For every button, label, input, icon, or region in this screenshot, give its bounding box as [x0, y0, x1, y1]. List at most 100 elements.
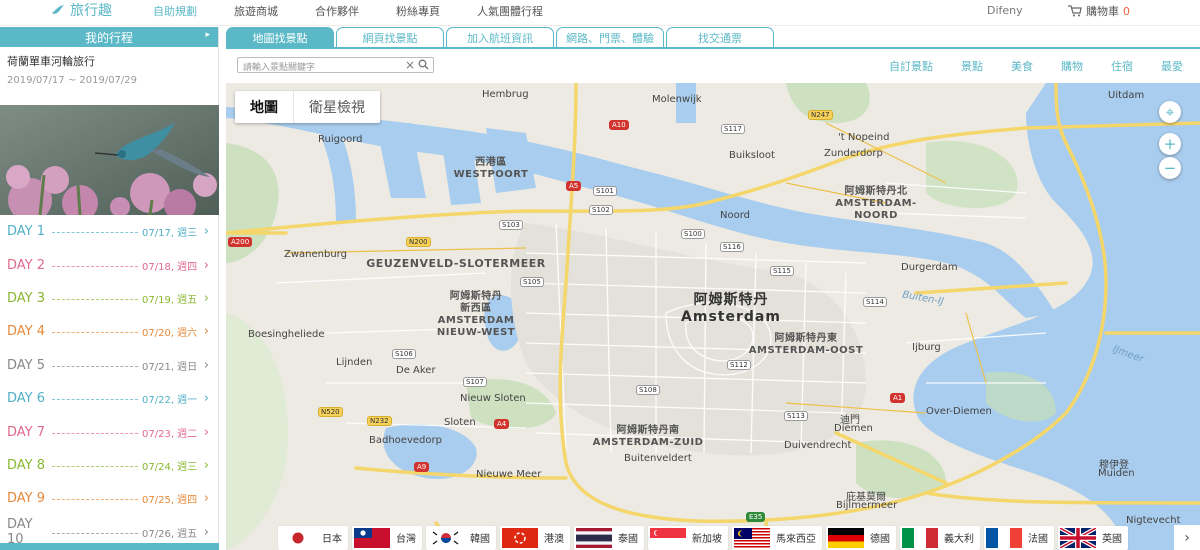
road-shield: S106 [392, 349, 416, 359]
day-date: 07/19, 週五 [142, 294, 198, 306]
day-label: DAY 3 [7, 290, 46, 306]
trip-name[interactable]: 荷蘭單車河輪旅行 [0, 47, 218, 69]
day-divider [52, 465, 138, 467]
top-bar: 旅行趣 自助規劃 旅遊商城 合作夥伴 粉絲專頁 人氣團體行程 Difeny 購物… [0, 0, 1200, 26]
day-date: 07/24, 週三 [142, 461, 198, 473]
road-shield: S103 [499, 220, 523, 230]
day-label: DAY 9 [7, 491, 46, 507]
country-flag-button[interactable]: 台灣 [352, 525, 422, 550]
district-label: 阿姆斯特丹北 AMSTERDAM-NOORD [816, 186, 936, 222]
tab-map-search[interactable]: 地圖找景點 [226, 27, 334, 47]
search-icon[interactable] [418, 59, 429, 70]
country-name: 韓國 [470, 534, 490, 545]
place-label: Uitdam [1108, 90, 1145, 101]
category-filters: 自訂景點 景點 美食 購物 住宿 最愛 [861, 58, 1183, 74]
day-label: DAY 5 [7, 357, 46, 373]
category-attractions[interactable]: 景點 [961, 58, 983, 74]
sidebar-title: 我的行程 [84, 30, 133, 45]
day-divider [52, 332, 138, 334]
uk-flag-icon [1060, 527, 1096, 548]
place-label: Boesingheliede [248, 329, 325, 340]
cart-icon [1068, 5, 1082, 17]
place-label: Over-Diemen [926, 406, 992, 417]
road-shield: N520 [318, 407, 343, 417]
nav-group-tours[interactable]: 人氣團體行程 [477, 3, 543, 19]
tab-transport-tickets[interactable]: 找交通票 [666, 27, 774, 47]
nav-self-planning[interactable]: 自助規劃 [153, 3, 197, 19]
tab-add-flight[interactable]: 加入航班資訊 [446, 27, 554, 47]
user-name[interactable]: Difeny [987, 4, 1023, 17]
cart-count: 0 [1123, 4, 1130, 18]
day-item[interactable]: DAY 3 07/19, 週五 › [0, 282, 219, 315]
sidebar-footer-button[interactable] [0, 543, 219, 550]
zoom-in-button[interactable]: + [1159, 133, 1181, 155]
tab-network-tickets[interactable]: 網路、門票、體驗 [556, 27, 664, 47]
day-item[interactable]: DAY 1 07/17, 週三 › [0, 215, 219, 248]
country-flag-button[interactable]: 英國 [1058, 525, 1128, 550]
day-item[interactable]: DAY 4 07/20, 週六 › [0, 315, 219, 348]
country-name: 港澳 [544, 534, 564, 545]
nav-partners[interactable]: 合作夥伴 [315, 3, 359, 19]
road-shield: S105 [520, 277, 544, 287]
map-canvas[interactable]: 地圖 衛星檢視 ⌖ + − 阿姆斯特丹 Amsterdam 阿姆斯特丹北 AMS… [226, 83, 1200, 550]
road-shield: S107 [463, 377, 487, 387]
map-type-satellite[interactable]: 衛星檢視 [294, 91, 380, 123]
day-item[interactable]: DAY 7 07/23, 週二 › [0, 415, 219, 448]
district-zh: 阿姆斯特丹 新西區 [449, 291, 503, 314]
category-custom-spots[interactable]: 自訂景點 [889, 58, 933, 74]
country-flag-button[interactable]: 馬來西亞 [732, 525, 822, 550]
day-item[interactable]: DAY 6 07/22, 週一 › [0, 382, 219, 415]
road-shield: N232 [367, 416, 392, 426]
day-item[interactable]: DAY 9 07/25, 週四 › [0, 482, 219, 515]
country-flag-button[interactable]: 港澳 [500, 525, 570, 550]
country-flag-button[interactable]: 德國 [826, 525, 896, 550]
district-label: 阿姆斯特丹 新西區 AMSTERDAM NIEUW-WEST [426, 291, 526, 339]
cart-button[interactable]: 購物車 0 [1068, 3, 1130, 19]
search-input[interactable]: 請輸入景點關鍵字 × [237, 57, 434, 73]
site-logo[interactable]: 旅行趣 [50, 0, 112, 20]
place-label: Noord [720, 210, 750, 221]
place-label: Zunderdorp [824, 148, 883, 159]
nav-travel-mall[interactable]: 旅遊商城 [234, 3, 278, 19]
day-date: 07/23, 週二 [142, 428, 198, 440]
collapse-arrow-icon[interactable]: ▸ [205, 30, 210, 40]
nav-fan-page[interactable]: 粉絲專頁 [396, 3, 440, 19]
country-flag-button[interactable]: 法國 [984, 525, 1054, 550]
map-type-map[interactable]: 地圖 [235, 91, 294, 123]
place-label: Nieuwe Meer [476, 469, 542, 480]
day-item[interactable]: DAY 8 07/24, 週三 › [0, 449, 219, 482]
category-shopping[interactable]: 購物 [1061, 58, 1083, 74]
clear-icon[interactable]: × [405, 58, 415, 72]
country-flag-button[interactable]: 義大利 [900, 525, 980, 550]
place-label: Lijnden [336, 357, 373, 368]
country-flag-button[interactable]: 日本 [278, 525, 348, 550]
road-shield: S116 [720, 242, 744, 252]
country-flag-button[interactable]: 韓國 [426, 525, 496, 550]
tab-web-search[interactable]: 網頁找景點 [336, 27, 444, 47]
locate-me-icon[interactable]: ⌖ [1159, 101, 1181, 123]
district-zh: 西港區 [475, 157, 507, 168]
category-lodging[interactable]: 住宿 [1111, 58, 1133, 74]
country-name: 馬來西亞 [776, 534, 816, 545]
day-date: 07/22, 週一 [142, 395, 198, 407]
chevron-right-icon[interactable]: › [1174, 525, 1200, 550]
road-shield: A4 [494, 419, 510, 429]
road-shield: E35 [746, 512, 766, 522]
zoom-out-button[interactable]: − [1159, 157, 1181, 179]
road-shield: S101 [593, 186, 617, 196]
chevron-right-icon: › [203, 491, 209, 507]
country-flag-button[interactable]: 泰國 [574, 525, 644, 550]
day-divider [52, 265, 138, 267]
place-label: Ijburg [912, 342, 941, 353]
category-food[interactable]: 美食 [1011, 58, 1033, 74]
road-shield: A1 [890, 393, 906, 403]
road-shield: A10 [609, 120, 629, 130]
country-name: 台灣 [396, 534, 416, 545]
day-item[interactable]: DAY 2 07/18, 週四 › [0, 248, 219, 281]
day-item[interactable]: DAY 5 07/21, 週日 › [0, 349, 219, 382]
category-favorites[interactable]: 最愛 [1161, 58, 1183, 74]
country-flag-button[interactable]: 新加坡 [648, 525, 728, 550]
district-zh: 阿姆斯特丹東 [774, 333, 838, 344]
country-flag-bar: 日本 台灣 韓國 港澳 泰國 新加坡 馬來西亞 德國 義大利 法國 英國 [226, 525, 1200, 550]
country-name: 新加坡 [692, 534, 722, 545]
